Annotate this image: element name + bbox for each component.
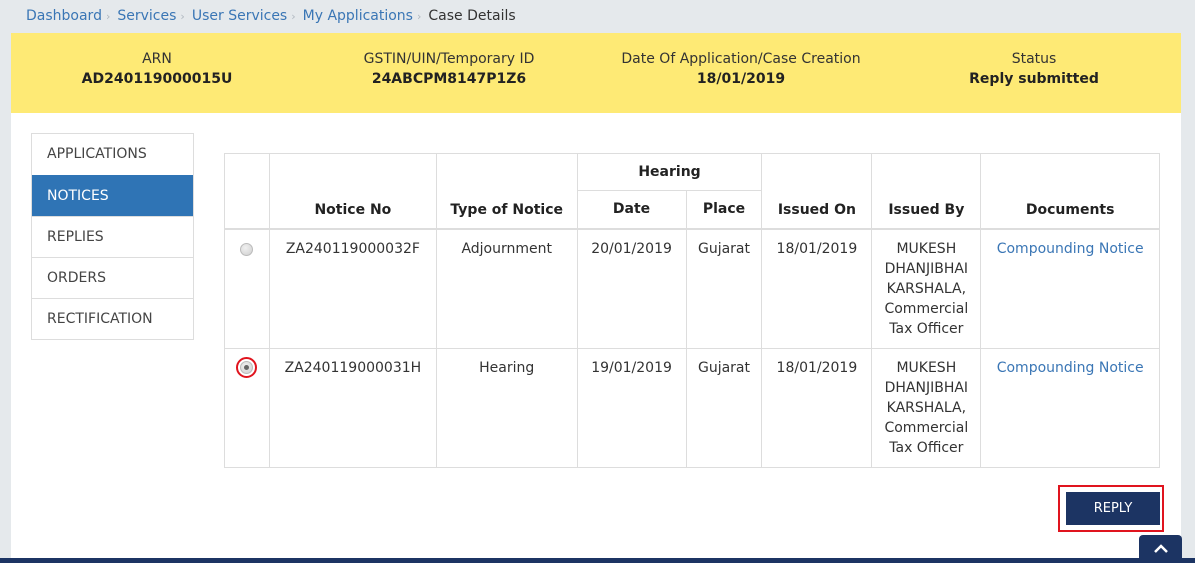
compounding-notice-link[interactable]: Compounding Notice — [997, 241, 1144, 257]
status-block: Status Reply submitted — [887, 33, 1181, 113]
issued-by-cell: MUKESH DHANJIBHAI KARSHALA, Commercial T… — [871, 228, 982, 349]
gstin-value: 24ABCPM8147P1Z6 — [371, 71, 527, 87]
gstin-label: GSTIN/UIN/Temporary ID — [363, 51, 535, 67]
header-notice-no: Notice No — [268, 153, 437, 229]
notice-no-cell: ZA240119000032F — [268, 228, 437, 349]
date-block: Date Of Application/Case Creation 18/01/… — [595, 33, 887, 113]
notice-radio[interactable] — [240, 360, 254, 374]
breadcrumb: Dashboard › Services › User Services › M… — [26, 6, 516, 26]
reply-button[interactable]: REPLY — [1066, 492, 1160, 525]
documents-cell: Compounding Notice — [980, 347, 1160, 468]
breadcrumb-user-services[interactable]: User Services — [192, 8, 287, 24]
scroll-to-top-button[interactable] — [1139, 535, 1182, 563]
select-column-header — [224, 153, 270, 229]
sidenav-rectification[interactable]: RECTIFICATION — [32, 298, 193, 339]
header-issued-on: Issued On — [761, 153, 873, 229]
case-summary-bar: ARN AD240119000015U GSTIN/UIN/Temporary … — [11, 33, 1181, 113]
notice-type-cell: Hearing — [435, 347, 578, 468]
arn-value: AD240119000015U — [81, 71, 233, 87]
status-label: Status — [1011, 51, 1057, 67]
header-type-of-notice: Type of Notice — [435, 153, 578, 229]
select-cell — [224, 347, 270, 468]
notice-no-cell: ZA240119000031H — [268, 347, 437, 468]
breadcrumb-separator: › — [105, 9, 111, 23]
status-value: Reply submitted — [969, 71, 1099, 87]
select-cell — [224, 228, 270, 349]
table-row: ZA240119000031H Hearing 19/01/2019 Gujar… — [224, 347, 1160, 468]
sidenav-applications[interactable]: APPLICATIONS — [32, 134, 193, 175]
header-hearing: Hearing — [576, 153, 763, 191]
header-hearing-place: Place — [685, 190, 763, 229]
breadcrumb-current: Case Details — [428, 8, 516, 24]
date-value: 18/01/2019 — [696, 71, 786, 87]
case-sidenav: APPLICATIONS NOTICES REPLIES ORDERS RECT… — [31, 133, 194, 340]
notice-radio[interactable] — [240, 242, 254, 256]
issued-on-cell: 18/01/2019 — [761, 347, 873, 468]
sidenav-notices[interactable]: NOTICES — [32, 175, 193, 216]
gstin-block: GSTIN/UIN/Temporary ID 24ABCPM8147P1Z6 — [303, 33, 595, 113]
sidenav-replies[interactable]: REPLIES — [32, 216, 193, 257]
date-label: Date Of Application/Case Creation — [621, 51, 861, 67]
compounding-notice-link[interactable]: Compounding Notice — [997, 360, 1144, 376]
breadcrumb-separator: › — [416, 9, 422, 23]
hearing-date-cell: 20/01/2019 — [576, 228, 687, 349]
breadcrumb-separator: › — [180, 9, 185, 23]
table-row: ZA240119000032F Adjournment 20/01/2019 G… — [224, 228, 1160, 349]
arn-block: ARN AD240119000015U — [11, 33, 303, 113]
issued-by-cell: MUKESH DHANJIBHAI KARSHALA, Commercial T… — [871, 347, 982, 468]
documents-cell: Compounding Notice — [980, 228, 1160, 349]
notice-type-cell: Adjournment — [435, 228, 578, 349]
case-details-panel: ARN AD240119000015U GSTIN/UIN/Temporary … — [11, 33, 1181, 563]
hearing-place-cell: Gujarat — [685, 347, 763, 468]
footer-bar — [0, 558, 1195, 563]
hearing-place-cell: Gujarat — [685, 228, 763, 349]
chevron-up-icon — [1153, 544, 1168, 553]
breadcrumb-services[interactable]: Services — [117, 8, 176, 24]
issued-on-cell: 18/01/2019 — [761, 228, 873, 349]
breadcrumb-separator: › — [291, 9, 296, 23]
breadcrumb-my-applications[interactable]: My Applications — [303, 8, 413, 24]
notices-table: Notice No Type of Notice Hearing Issued … — [224, 153, 1160, 468]
selected-radio-highlight — [236, 356, 258, 378]
header-issued-by: Issued By — [871, 153, 982, 229]
header-hearing-date: Date — [576, 190, 687, 229]
hearing-date-cell: 19/01/2019 — [576, 347, 687, 468]
arn-label: ARN — [142, 51, 172, 67]
sidenav-orders[interactable]: ORDERS — [32, 257, 193, 298]
breadcrumb-dashboard[interactable]: Dashboard — [26, 8, 102, 24]
header-documents: Documents — [980, 153, 1160, 229]
